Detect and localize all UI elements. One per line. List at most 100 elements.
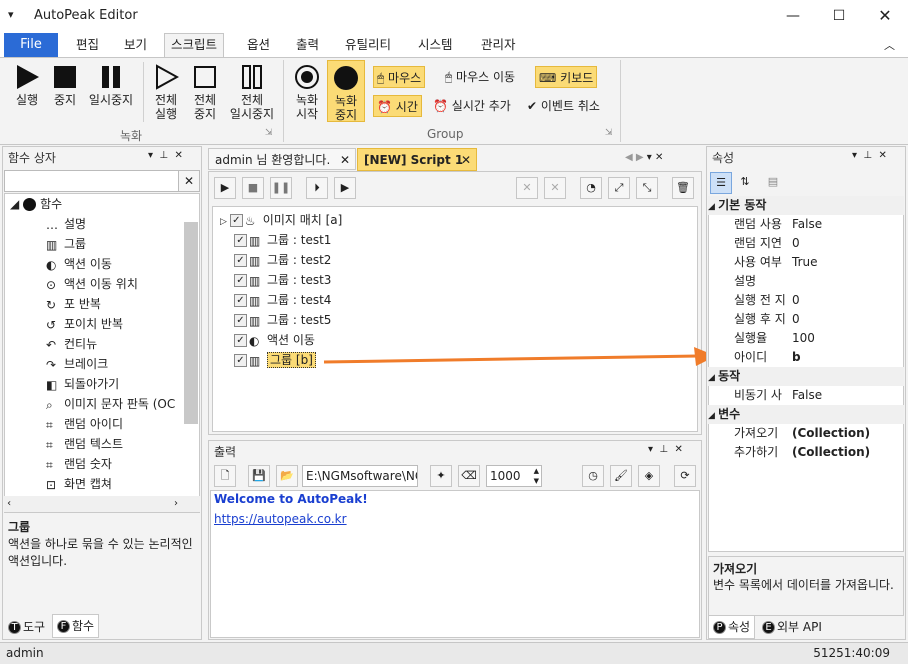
new-log-icon[interactable]: 🗋 bbox=[214, 465, 236, 487]
item-checkbox[interactable]: ✓ bbox=[234, 334, 247, 347]
script-item[interactable]: ✓ ▥ 그룹 [b] bbox=[234, 350, 316, 370]
clear-search-icon[interactable]: ✕ bbox=[178, 170, 200, 192]
property-row[interactable]: 실행 전 지 0 bbox=[708, 291, 904, 310]
close-icon[interactable]: ✕ bbox=[461, 149, 471, 171]
collapse-all-icon[interactable]: ⤡ bbox=[636, 177, 658, 199]
function-item[interactable]: ⌕ 이미지 문자 판독 (OC bbox=[46, 394, 175, 414]
property-value[interactable]: False bbox=[792, 215, 822, 234]
categorized-icon[interactable]: ☰ bbox=[710, 172, 732, 194]
item-checkbox[interactable]: ✓ bbox=[234, 354, 247, 367]
clock-icon[interactable]: ◷ bbox=[582, 465, 604, 487]
line-count-input[interactable]: 1000 ▲ ▼ bbox=[486, 465, 542, 487]
tab-external-api[interactable]: E 외부 API bbox=[758, 616, 826, 638]
function-item[interactable]: ↻ 포 반복 bbox=[46, 294, 101, 314]
clean-icon[interactable]: ✦ bbox=[430, 465, 452, 487]
tab-edit[interactable]: 편집 bbox=[70, 34, 105, 56]
eraser-icon[interactable]: ⌫ bbox=[458, 465, 480, 487]
property-row[interactable]: 실행 후 지 0 bbox=[708, 310, 904, 329]
item-checkbox[interactable]: ✓ bbox=[234, 294, 247, 307]
property-row[interactable]: 가져오기 (Collection) bbox=[708, 424, 904, 443]
event-cancel-toggle[interactable]: ✔ 이벤트 취소 bbox=[524, 95, 603, 117]
collapse-icon[interactable]: ◢ bbox=[708, 373, 718, 383]
property-row[interactable]: 실행율 100 bbox=[708, 329, 904, 348]
realtime-add-toggle[interactable]: ⏰ 실시간 추가 bbox=[430, 95, 514, 117]
timer-icon[interactable]: ◔ bbox=[580, 177, 602, 199]
item-checkbox[interactable]: ✓ bbox=[234, 314, 247, 327]
script-pause-icon[interactable]: ❚❚ bbox=[270, 177, 292, 199]
stop-button[interactable]: 중지 bbox=[48, 64, 82, 107]
script-item[interactable]: ✓ ▥ 그룹 : test4 bbox=[234, 290, 331, 310]
output-panel-controls[interactable]: ▾ ⊥ ✕ bbox=[648, 444, 683, 455]
tab-system[interactable]: 시스템 bbox=[412, 34, 459, 56]
property-value[interactable]: 0 bbox=[792, 310, 800, 329]
property-value[interactable]: 0 bbox=[792, 234, 800, 253]
collapse-icon[interactable]: ◢ bbox=[708, 202, 718, 212]
expand-icon[interactable]: ▷ bbox=[220, 217, 230, 227]
pause-all-button[interactable]: 전체 일시중지 bbox=[226, 64, 278, 121]
run-from-icon[interactable]: ⏵ bbox=[306, 177, 328, 199]
item-checkbox[interactable]: ✓ bbox=[234, 254, 247, 267]
save-icon[interactable]: 💾 bbox=[248, 465, 270, 487]
property-row[interactable]: 추가하기 (Collection) bbox=[708, 443, 904, 462]
spin-icon[interactable]: ▲ ▼ bbox=[534, 466, 539, 486]
property-row[interactable]: 랜덤 사용 False bbox=[708, 215, 904, 234]
group-launcher-icon[interactable]: ⇲ bbox=[605, 128, 613, 138]
pause-button[interactable]: 일시중지 bbox=[85, 64, 137, 107]
expand-all-icon[interactable]: ⤢ bbox=[608, 177, 630, 199]
item-checkbox[interactable]: ✓ bbox=[229, 214, 243, 227]
doc-tab-script[interactable]: [NEW] Script 1 ✕ bbox=[357, 148, 477, 171]
script-item[interactable]: ✓ ▥ 그룹 : test1 bbox=[234, 230, 331, 250]
property-row[interactable]: 설명 bbox=[708, 272, 904, 291]
keyboard-toggle[interactable]: ⌨ 키보드 bbox=[535, 66, 598, 88]
script-stop-icon[interactable]: ■ bbox=[242, 177, 264, 199]
time-toggle[interactable]: ⏰ 시간 bbox=[373, 95, 422, 117]
refresh-icon[interactable]: ⟳ bbox=[674, 465, 696, 487]
record-stop-button[interactable]: 녹화 중지 bbox=[327, 60, 365, 122]
panel-dropdown-icon[interactable]: ▾ ⊥ ✕ bbox=[148, 150, 183, 161]
function-item[interactable]: ◐ 액션 이동 bbox=[46, 254, 112, 274]
property-category[interactable]: ◢ 기본 동작 bbox=[708, 196, 904, 215]
run-button[interactable]: 실행 bbox=[8, 64, 46, 107]
mouse-toggle[interactable]: 🖱 마우스 bbox=[373, 66, 426, 88]
property-value[interactable]: False bbox=[792, 386, 822, 405]
function-item[interactable]: ↶ 컨티뉴 bbox=[46, 334, 97, 354]
tab-utility[interactable]: 유틸리티 bbox=[339, 34, 397, 56]
property-category[interactable]: ◢ 변수 bbox=[708, 405, 904, 424]
run-step-icon[interactable]: ▶ bbox=[334, 177, 356, 199]
brush-icon[interactable]: 🖌 bbox=[610, 465, 632, 487]
remove-all-icon[interactable]: ✕ bbox=[544, 177, 566, 199]
collapse-icon[interactable]: ◢ bbox=[708, 411, 718, 421]
function-search-input[interactable] bbox=[4, 170, 200, 192]
property-row[interactable]: 사용 여부 True bbox=[708, 253, 904, 272]
record-start-button[interactable]: 녹화 시작 bbox=[289, 64, 325, 121]
tree-scrollbar[interactable] bbox=[184, 222, 198, 424]
run-all-button[interactable]: 전체 실행 bbox=[148, 64, 184, 121]
property-value[interactable]: True bbox=[792, 253, 818, 272]
open-folder-icon[interactable]: 📂 bbox=[276, 465, 298, 487]
expand-icon[interactable]: ◢ bbox=[10, 197, 19, 211]
property-value[interactable]: b bbox=[792, 348, 801, 367]
tree-root[interactable]: ◢ 함수 bbox=[10, 194, 62, 214]
collapse-ribbon-icon[interactable]: ︿ bbox=[884, 37, 895, 53]
minimize-icon[interactable]: — bbox=[770, 0, 816, 32]
property-row[interactable]: 비동기 사 False bbox=[708, 386, 904, 405]
property-value[interactable]: 0 bbox=[792, 291, 800, 310]
maximize-icon[interactable]: ☐ bbox=[816, 0, 862, 32]
homepage-link[interactable]: https://autopeak.co.kr bbox=[214, 512, 347, 526]
function-item[interactable]: ↷ 브레이크 bbox=[46, 354, 108, 374]
tab-options[interactable]: 옵션 bbox=[241, 34, 276, 56]
fill-icon[interactable]: ◈ bbox=[638, 465, 660, 487]
group-launcher-icon[interactable]: ⇲ bbox=[265, 128, 273, 138]
property-category[interactable]: ◢ 동작 bbox=[708, 367, 904, 386]
quick-access-icon[interactable]: ▾ bbox=[8, 8, 14, 21]
tab-tools[interactable]: T 도구 bbox=[4, 616, 49, 638]
close-icon[interactable]: ✕ bbox=[862, 0, 908, 32]
property-row[interactable]: 랜덤 지연 0 bbox=[708, 234, 904, 253]
property-row[interactable]: 아이디 b bbox=[708, 348, 904, 367]
property-value[interactable]: 100 bbox=[792, 329, 815, 348]
mouse-move-toggle[interactable]: 🖱 마우스 이동 bbox=[442, 66, 518, 88]
function-item[interactable]: ▥ 그룹 bbox=[46, 234, 86, 254]
function-item[interactable]: ⌗ 랜덤 아이디 bbox=[46, 414, 123, 434]
tab-functions[interactable]: F 함수 bbox=[52, 614, 100, 638]
property-value[interactable]: (Collection) bbox=[792, 424, 870, 443]
